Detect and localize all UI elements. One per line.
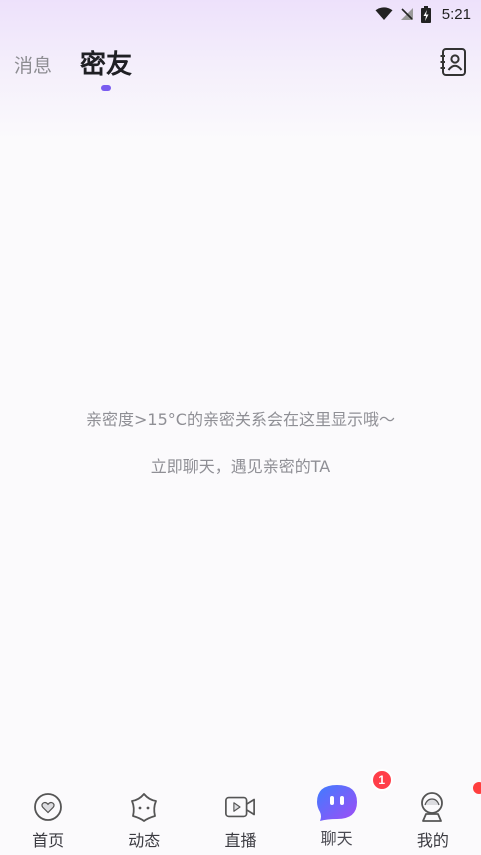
nav-item-live[interactable]: 直播 <box>192 783 288 855</box>
battery-charging-icon <box>420 5 431 23</box>
empty-state-hint: 立即聊天，遇见亲密的TA <box>150 457 331 476</box>
tab-active-indicator <box>101 85 111 91</box>
status-bar: 5:21 <box>0 0 481 28</box>
bottom-nav: 首页 动态 直播 1 聊天 我的 <box>0 769 481 855</box>
notification-dot <box>472 782 481 794</box>
profile-avatar-icon <box>417 782 481 823</box>
home-heart-icon <box>32 791 64 823</box>
nav-item-mine[interactable]: 我的 <box>385 782 481 855</box>
chat-bubble-icon: 1 <box>315 769 393 821</box>
nav-item-chat[interactable]: 1 聊天 <box>289 769 393 855</box>
nav-label-moments: 动态 <box>128 831 161 850</box>
contacts-button[interactable] <box>440 47 468 77</box>
nav-item-moments[interactable]: 动态 <box>96 783 192 855</box>
live-video-icon <box>224 791 256 823</box>
nav-label-chat: 聊天 <box>320 829 353 848</box>
contacts-book-icon <box>440 48 466 76</box>
tab-messages[interactable]: 消息 <box>14 51 52 78</box>
header: 消息 密友 <box>0 40 481 100</box>
tab-close-friends[interactable]: 密友 <box>80 44 132 81</box>
moments-star-icon <box>128 791 160 823</box>
nav-label-live: 直播 <box>224 831 257 850</box>
wifi-icon <box>375 7 393 21</box>
nav-label-home: 首页 <box>32 831 65 850</box>
status-time: 5:21 <box>441 5 471 23</box>
empty-state-text: 亲密度>15°C的亲密关系会在这里显示哦～ <box>86 410 395 429</box>
nav-item-home[interactable]: 首页 <box>0 783 96 855</box>
no-signal-icon <box>400 7 414 21</box>
nav-label-mine: 我的 <box>416 831 449 850</box>
